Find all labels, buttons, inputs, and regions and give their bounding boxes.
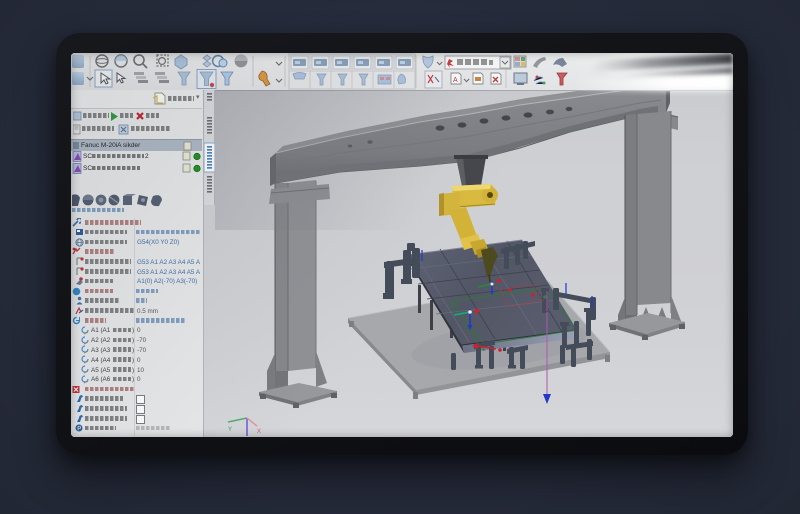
svg-text:A: A: [453, 77, 458, 84]
svg-text:Y: Y: [228, 427, 232, 433]
svg-text:P: P: [77, 426, 81, 432]
svg-text:X: X: [257, 429, 261, 435]
